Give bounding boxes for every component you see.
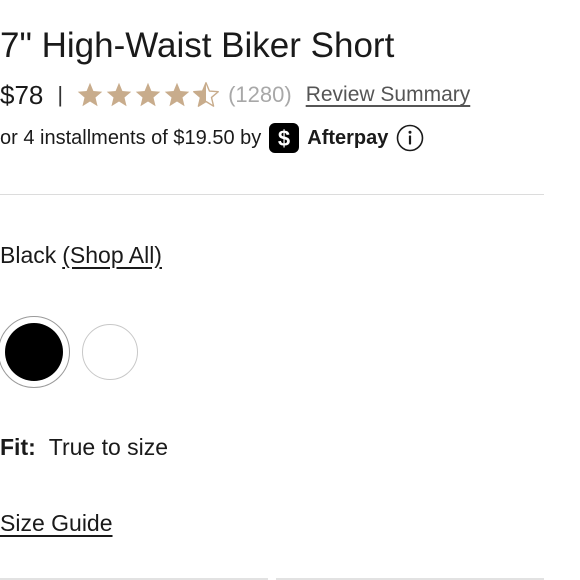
star-icon-full [77,82,103,107]
svg-text:$: $ [278,126,290,150]
installments-text: or 4 installments of $19.50 by [0,126,262,149]
info-icon[interactable] [396,124,424,152]
star-icon-full [135,82,161,107]
price-separator: | [57,82,64,107]
fit-row: Fit: True to size [0,432,168,462]
swatch-black-fill [5,323,63,381]
afterpay-brand: Afterpay [307,126,389,149]
section-divider [0,194,544,195]
review-summary-link[interactable]: Review Summary [306,83,471,107]
fit-label: Fit: [0,433,36,460]
size-guide-link[interactable]: Size Guide [0,508,113,538]
color-swatch-white[interactable] [82,324,138,380]
afterpay-installments-row: or 4 installments of $19.50 by $ Afterpa… [0,122,424,154]
shop-all-link[interactable]: (Shop All) [62,242,162,269]
product-details-panel: 7" High-Waist Biker Short $78 | (1280) R… [0,0,580,580]
price-rating-row: $78 | (1280) Review Summary [0,78,470,112]
afterpay-dollar-icon: $ [269,123,300,153]
star-rating[interactable] [76,81,220,109]
product-title: 7" High-Waist Biker Short [0,26,395,65]
color-swatch-black[interactable] [0,316,70,388]
star-icon-half [193,82,220,107]
color-selection-row: Black (Shop All) [0,240,162,270]
star-icon-full [164,82,190,107]
review-count[interactable]: (1280) [228,82,292,108]
selected-color-name: Black [0,241,57,268]
product-price: $78 [0,79,44,110]
fit-value: True to size [48,433,169,460]
star-icon-full [106,82,132,107]
